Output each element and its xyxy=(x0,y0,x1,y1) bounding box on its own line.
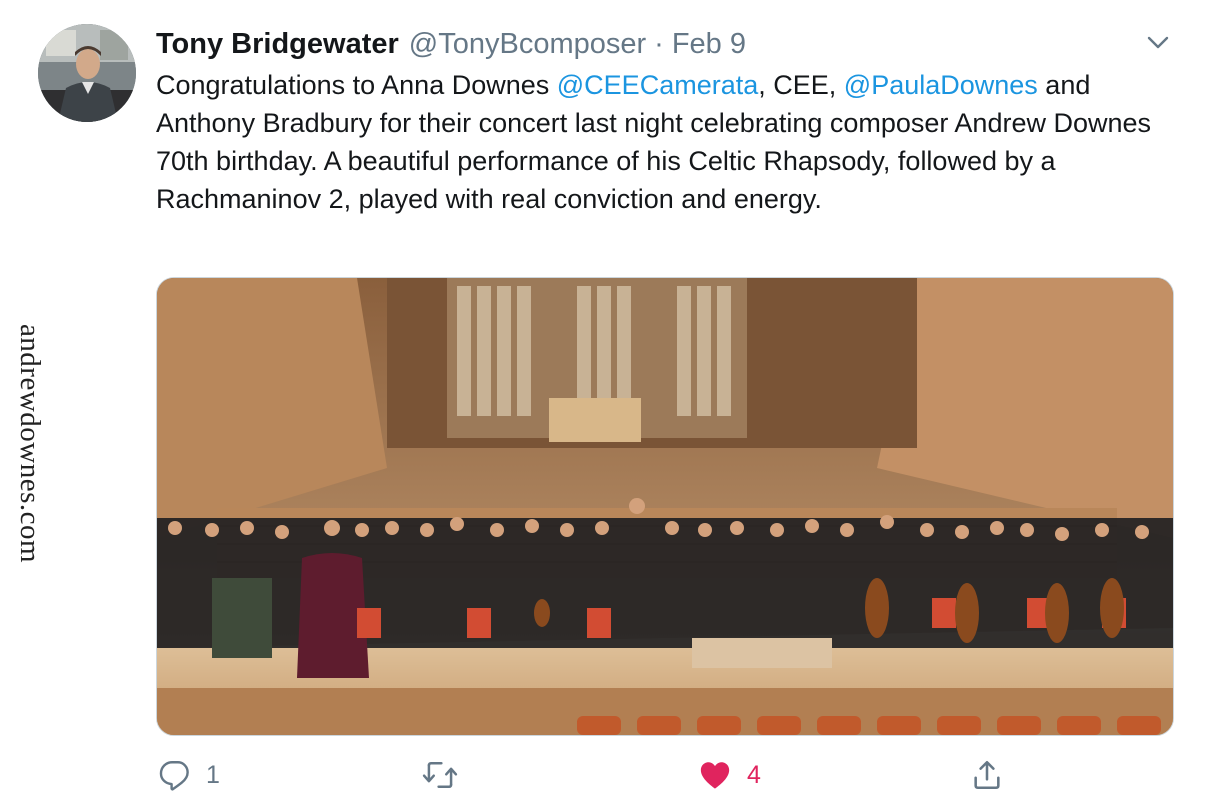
mention-link[interactable]: @CEECamerata xyxy=(557,70,758,100)
retweet-button[interactable] xyxy=(422,758,472,792)
avatar[interactable] xyxy=(38,24,136,122)
heart-icon xyxy=(700,762,730,789)
watermark-text-container: andrewdownes.com xyxy=(10,312,50,574)
tweet-photo[interactable] xyxy=(156,277,1174,736)
tweet-header: Tony Bridgewater @TonyBcomposer · Feb 9 xyxy=(156,26,746,62)
tweet-text-part: , CEE, xyxy=(758,70,844,100)
speech-bubble-icon xyxy=(159,761,189,791)
tweet-date[interactable]: Feb 9 xyxy=(672,28,746,61)
reply-button[interactable]: 1 xyxy=(158,758,220,792)
share-button[interactable] xyxy=(970,758,1004,792)
share-icon xyxy=(974,760,1000,790)
concert-hall-photo xyxy=(157,278,1173,735)
author-handle[interactable]: @TonyBcomposer xyxy=(409,28,646,61)
like-button[interactable]: 4 xyxy=(697,758,761,792)
avatar-photo xyxy=(38,24,136,122)
mention-link[interactable]: @PaulaDownes xyxy=(844,70,1038,100)
chevron-down-icon[interactable] xyxy=(1144,28,1172,56)
separator-dot: · xyxy=(654,27,664,60)
reply-count: 1 xyxy=(206,760,220,789)
watermark-text: andrewdownes.com xyxy=(14,323,47,563)
tweet-actions: 1 4 xyxy=(0,752,1212,802)
tweet-text-part: Congratulations to Anna Downes xyxy=(156,70,557,100)
retweet-icon xyxy=(422,761,458,789)
like-count: 4 xyxy=(747,760,761,789)
author-name[interactable]: Tony Bridgewater xyxy=(156,28,399,61)
tweet-text: Congratulations to Anna Downes @CEECamer… xyxy=(156,66,1166,218)
